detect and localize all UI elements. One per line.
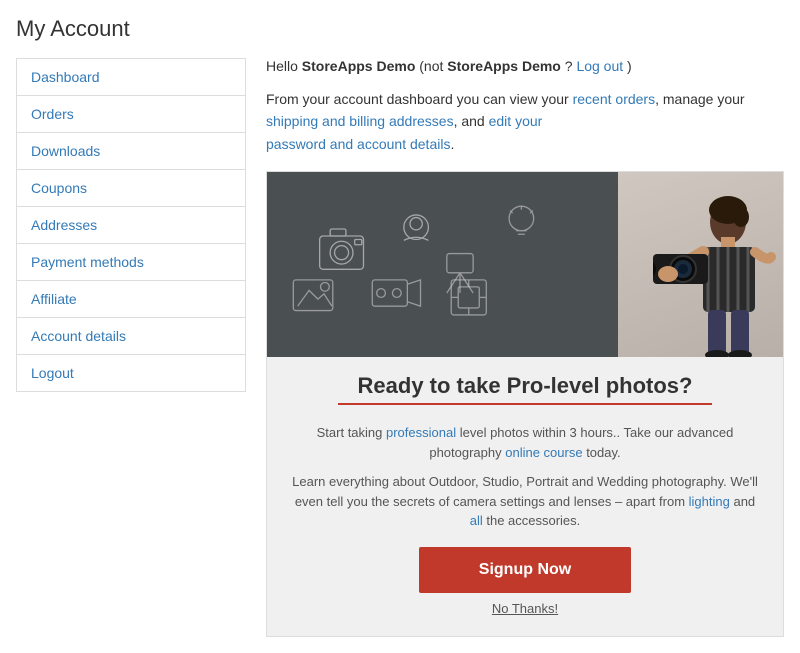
main-layout: Dashboard Orders Downloads Coupons Addre… [16, 58, 784, 637]
not-username-link[interactable]: StoreApps Demo [447, 58, 561, 74]
lighting-link[interactable]: lighting [689, 494, 730, 509]
main-content: Hello StoreApps Demo (not StoreApps Demo… [266, 58, 784, 637]
promo-image [267, 172, 783, 357]
recent-orders-link[interactable]: recent orders [573, 91, 655, 107]
hello-text: Hello StoreApps Demo (not StoreApps Demo… [266, 58, 784, 74]
sidebar-item-dashboard[interactable]: Dashboard [17, 59, 245, 96]
hello-prefix: Hello [266, 58, 302, 74]
signup-button[interactable]: Signup Now [419, 547, 631, 593]
page-title: My Account [16, 16, 784, 42]
sidebar-item-addresses[interactable]: Addresses [17, 207, 245, 244]
promo-card: Ready to take Pro-level photos? Start ta… [266, 171, 784, 637]
no-thanks-link[interactable]: No Thanks! [267, 601, 783, 616]
sidebar-item-orders[interactable]: Orders [17, 96, 245, 133]
promo-description: Learn everything about Outdoor, Studio, … [267, 472, 783, 531]
sidebar-item-account-details[interactable]: Account details [17, 318, 245, 355]
sidebar-item-logout[interactable]: Logout [17, 355, 245, 391]
sidebar-item-downloads[interactable]: Downloads [17, 133, 245, 170]
chalk-drawings [267, 172, 618, 357]
online-course-link[interactable]: online course [505, 445, 582, 460]
shipping-billing-link[interactable]: shipping and billing addresses [266, 113, 454, 129]
logout-link[interactable]: Log out [576, 58, 623, 74]
all-accessories-link[interactable]: all [470, 513, 483, 528]
promo-subtitle: Start taking professional level photos w… [267, 423, 783, 462]
professional-link[interactable]: professional [386, 425, 456, 440]
sidebar: Dashboard Orders Downloads Coupons Addre… [16, 58, 246, 392]
username: StoreApps Demo [302, 58, 416, 74]
sidebar-item-coupons[interactable]: Coupons [17, 170, 245, 207]
sidebar-item-affiliate[interactable]: Affiliate [17, 281, 245, 318]
sidebar-item-payment-methods[interactable]: Payment methods [17, 244, 245, 281]
close-paren: ) [627, 58, 632, 74]
not-prefix: (not [419, 58, 447, 74]
promo-title: Ready to take Pro-level photos? [338, 373, 713, 405]
promo-title-wrapper: Ready to take Pro-level photos? [267, 373, 783, 411]
not-suffix: ? [565, 58, 577, 74]
account-description: From your account dashboard you can view… [266, 88, 784, 155]
person-with-camera [643, 172, 783, 357]
